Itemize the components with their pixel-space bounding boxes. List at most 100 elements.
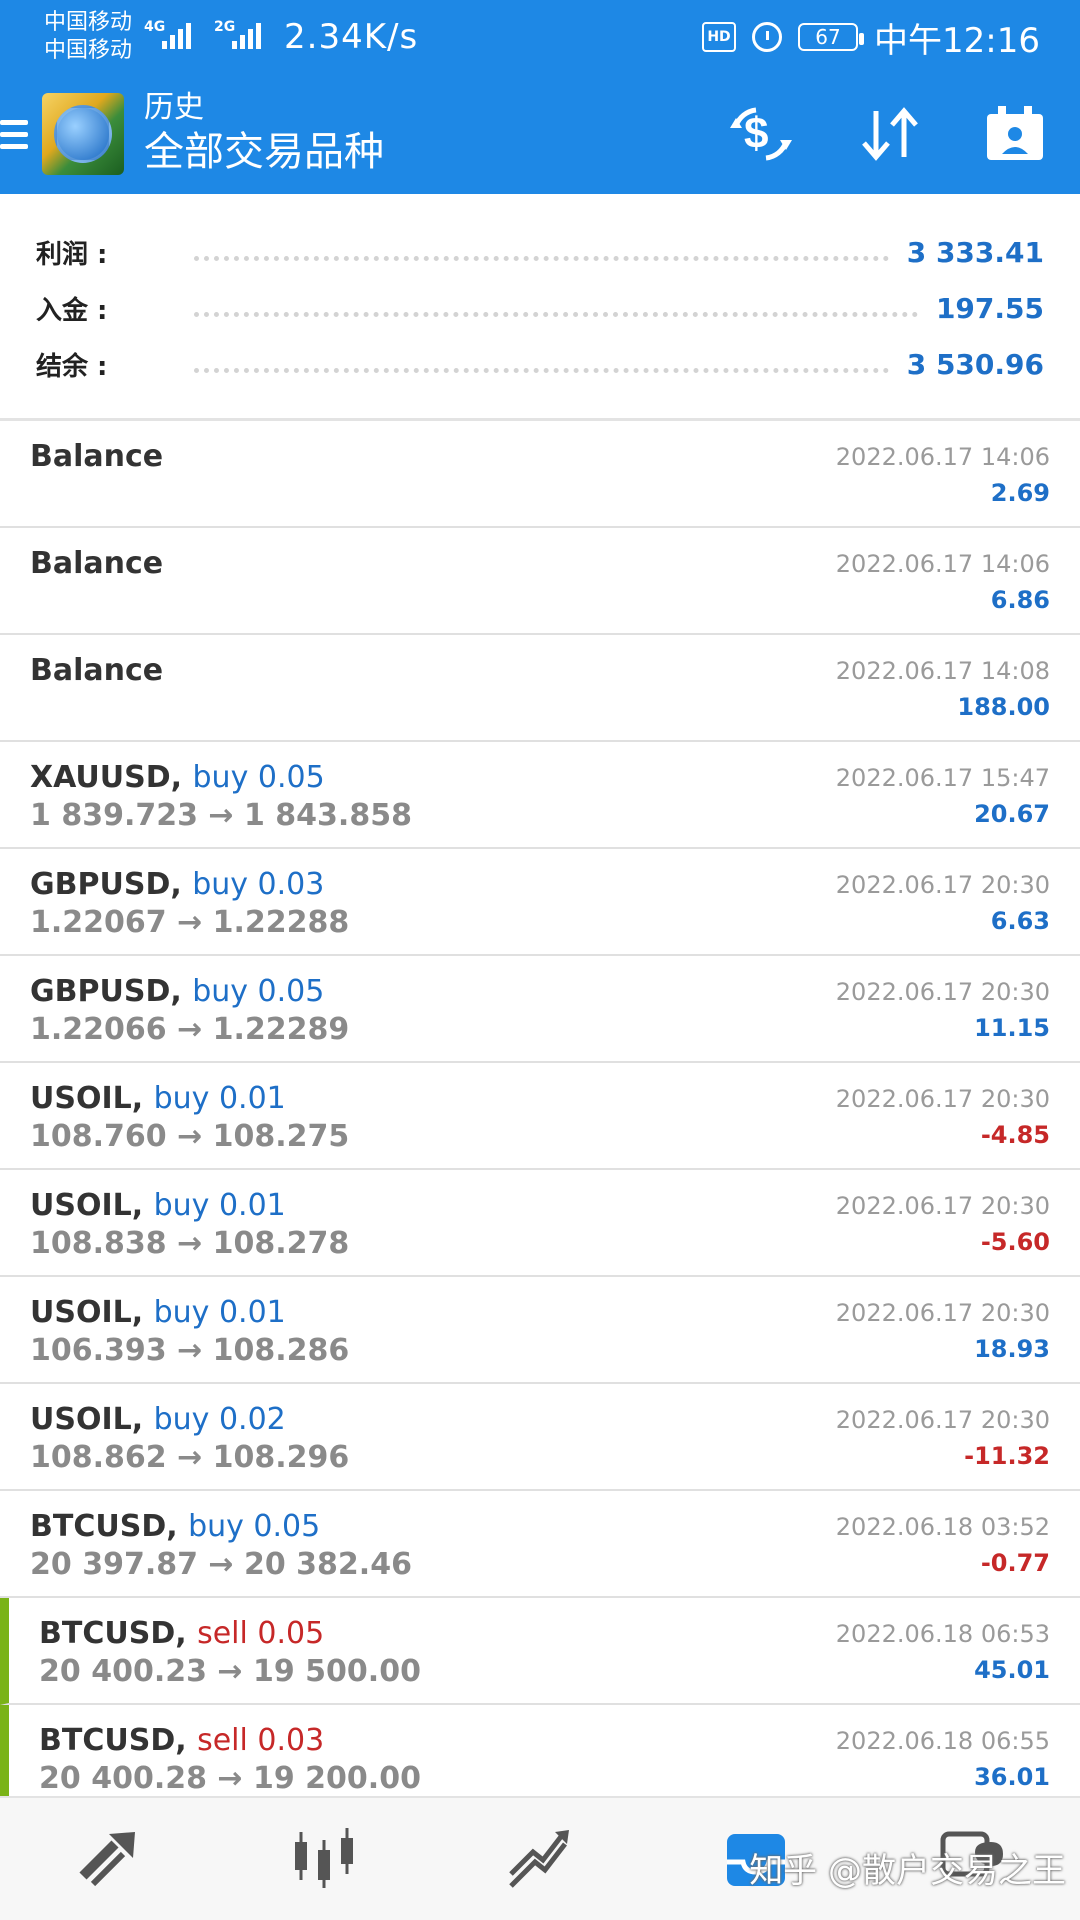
deal-title: BTCUSD, sell 0.03 xyxy=(39,1723,324,1758)
alarm-icon xyxy=(752,22,783,52)
deal-prices: 108.838 → 108.278 xyxy=(30,1226,350,1261)
deal-list: Balance 2022.06.17 14:06 2.69 Balance 2022.0… xyxy=(0,421,1080,1812)
deal-row[interactable]: XAUUSD, buy 0.05 1 839.723 → 1 843.858 202… xyxy=(0,742,1080,849)
deal-prices: 1.22067 → 1.22288 xyxy=(30,905,350,940)
deal-symbol: BTCUSD, xyxy=(30,1509,178,1544)
deal-symbol: USOIL, xyxy=(30,1081,144,1116)
summary-dots xyxy=(194,367,889,373)
deal-symbol: BTCUSD, xyxy=(39,1616,187,1651)
page-title: 全部交易品种 xyxy=(144,129,384,175)
deal-row[interactable]: USOIL, buy 0.01 108.760 → 108.275 2022.06.… xyxy=(0,1063,1080,1170)
deal-date: 2022.06.17 20:30 xyxy=(835,978,1050,1006)
deal-prices: 108.760 → 108.275 xyxy=(30,1119,350,1154)
deal-side-volume: sell 0.05 xyxy=(197,1616,325,1651)
deal-row[interactable]: USOIL, buy 0.01 108.838 → 108.278 2022.06.… xyxy=(0,1170,1080,1277)
deal-symbol: BTCUSD, xyxy=(39,1723,187,1758)
summary-panel: 利润 : 3 333.41 入金 : 197.55 结余 : 3 530.96 xyxy=(0,194,1080,421)
summary-value: 3 333.41 xyxy=(906,235,1044,269)
status-bar-right: HD 67 中午12:16 xyxy=(702,13,1040,62)
deal-row[interactable]: Balance 2022.06.17 14:06 6.86 xyxy=(0,528,1080,635)
deal-profit: 6.63 xyxy=(990,907,1050,935)
deal-row[interactable]: GBPUSD, buy 0.05 1.22066 → 1.22289 2022.06… xyxy=(0,956,1080,1063)
deal-profit: 6.86 xyxy=(990,586,1050,614)
deal-row[interactable]: BTCUSD, buy 0.05 20 397.87 → 20 382.46 202… xyxy=(0,1491,1080,1598)
clock: 中午12:16 xyxy=(874,20,1040,61)
deal-row[interactable]: Balance 2022.06.17 14:08 188.00 xyxy=(0,635,1080,742)
battery-level: 67 xyxy=(815,25,841,49)
deposit-withdraw-icon[interactable]: $ xyxy=(726,104,796,164)
deal-prices: 1 839.723 → 1 843.858 xyxy=(30,798,412,833)
summary-label: 结余 : xyxy=(36,351,108,382)
deal-row[interactable]: BTCUSD, sell 0.05 20 400.23 → 19 500.00 20… xyxy=(0,1598,1080,1705)
deal-side-volume: buy 0.01 xyxy=(153,1295,286,1330)
deal-symbol: XAUUSD, xyxy=(30,760,183,795)
summary-value: 197.55 xyxy=(935,291,1044,325)
summary-label: 入金 : xyxy=(36,295,108,326)
deal-side-volume: buy 0.05 xyxy=(188,1509,321,1544)
deal-title: USOIL, buy 0.01 xyxy=(30,1295,286,1330)
deal-row[interactable]: GBPUSD, buy 0.03 1.22067 → 1.22288 2022.06… xyxy=(0,849,1080,956)
app-bar: 历史 全部交易品种 $ xyxy=(0,74,1080,194)
chart-icon[interactable] xyxy=(284,1819,364,1899)
deal-title: Balance xyxy=(30,653,163,688)
deal-symbol: USOIL, xyxy=(30,1295,144,1330)
deal-prices: 20 400.28 → 19 200.00 xyxy=(39,1761,421,1796)
deal-date: 2022.06.18 06:53 xyxy=(835,1620,1050,1648)
deal-row[interactable]: USOIL, buy 0.02 108.862 → 108.296 2022.06.… xyxy=(0,1384,1080,1491)
status-bar-left: 中国移动 中国移动 4G 2G 2.34K/s xyxy=(44,9,418,65)
deal-profit: -4.85 xyxy=(980,1121,1050,1149)
deal-profit: -0.77 xyxy=(980,1549,1050,1577)
deal-date: 2022.06.17 20:30 xyxy=(835,871,1050,899)
deal-prices: 20 400.23 → 19 500.00 xyxy=(39,1654,421,1689)
deal-prices: 1.22066 → 1.22289 xyxy=(30,1012,350,1047)
summary-value: 3 530.96 xyxy=(906,347,1044,381)
summary-row-deposit: 入金 : 197.55 xyxy=(36,280,1044,336)
calendar-period-icon[interactable] xyxy=(984,104,1046,164)
summary-dots xyxy=(194,311,918,317)
deal-profit: 36.01 xyxy=(974,1763,1050,1791)
deal-date: 2022.06.18 06:55 xyxy=(835,1727,1050,1755)
app-bar-titles[interactable]: 历史 全部交易品种 xyxy=(144,90,384,178)
deal-title: BTCUSD, sell 0.05 xyxy=(39,1616,324,1651)
deal-title: USOIL, buy 0.01 xyxy=(30,1188,286,1223)
deal-side-volume: buy 0.01 xyxy=(153,1188,286,1223)
deal-symbol: GBPUSD, xyxy=(30,867,182,902)
deal-profit: 18.93 xyxy=(974,1335,1050,1363)
deal-date: 2022.06.17 20:30 xyxy=(835,1192,1050,1220)
deal-date: 2022.06.17 14:08 xyxy=(835,657,1050,685)
watermark: 知乎 @散户交易之王 xyxy=(749,1851,1066,1891)
deal-profit: -11.32 xyxy=(964,1442,1050,1470)
deal-row[interactable]: Balance 2022.06.17 14:06 2.69 xyxy=(0,421,1080,528)
deal-side-volume: buy 0.03 xyxy=(192,867,325,902)
trade-icon[interactable] xyxy=(500,1819,580,1899)
hd-icon: HD xyxy=(702,22,737,52)
deal-date: 2022.06.17 14:06 xyxy=(835,550,1050,578)
app-logo-icon xyxy=(42,93,124,175)
app-bar-actions: $ xyxy=(726,74,1046,194)
deal-title: Balance xyxy=(30,546,163,581)
battery-icon: 67 xyxy=(798,23,865,51)
summary-row-profit: 利润 : 3 333.41 xyxy=(36,224,1044,280)
menu-icon[interactable] xyxy=(0,119,28,149)
sort-icon[interactable] xyxy=(858,105,922,163)
deal-prices: 20 397.87 → 20 382.46 xyxy=(30,1547,412,1582)
deal-symbol: Balance xyxy=(30,439,164,474)
quotes-icon[interactable] xyxy=(68,1819,148,1899)
summary-dots xyxy=(194,255,889,261)
svg-text:$: $ xyxy=(744,109,768,158)
deal-profit: 188.00 xyxy=(957,693,1050,721)
deal-title: XAUUSD, buy 0.05 xyxy=(30,760,325,795)
signal-2g-icon: 2G xyxy=(214,19,272,55)
deal-symbol: USOIL, xyxy=(30,1402,144,1437)
deal-date: 2022.06.17 20:30 xyxy=(835,1299,1050,1327)
deal-row[interactable]: USOIL, buy 0.01 106.393 → 108.286 2022.06.… xyxy=(0,1277,1080,1384)
deal-date: 2022.06.18 03:52 xyxy=(835,1513,1050,1541)
deal-profit: 11.15 xyxy=(974,1014,1050,1042)
summary-label: 利润 : xyxy=(36,239,108,270)
status-bar: 中国移动 中国移动 4G 2G 2.34K/s HD 67 中午12:16 xyxy=(0,0,1080,74)
deal-date: 2022.06.17 14:06 xyxy=(835,443,1050,471)
deal-title: USOIL, buy 0.02 xyxy=(30,1402,286,1437)
deal-profit: 2.69 xyxy=(990,479,1050,507)
network-speed: 2.34K/s xyxy=(284,17,419,57)
carrier-labels: 中国移动 中国移动 xyxy=(44,9,132,65)
